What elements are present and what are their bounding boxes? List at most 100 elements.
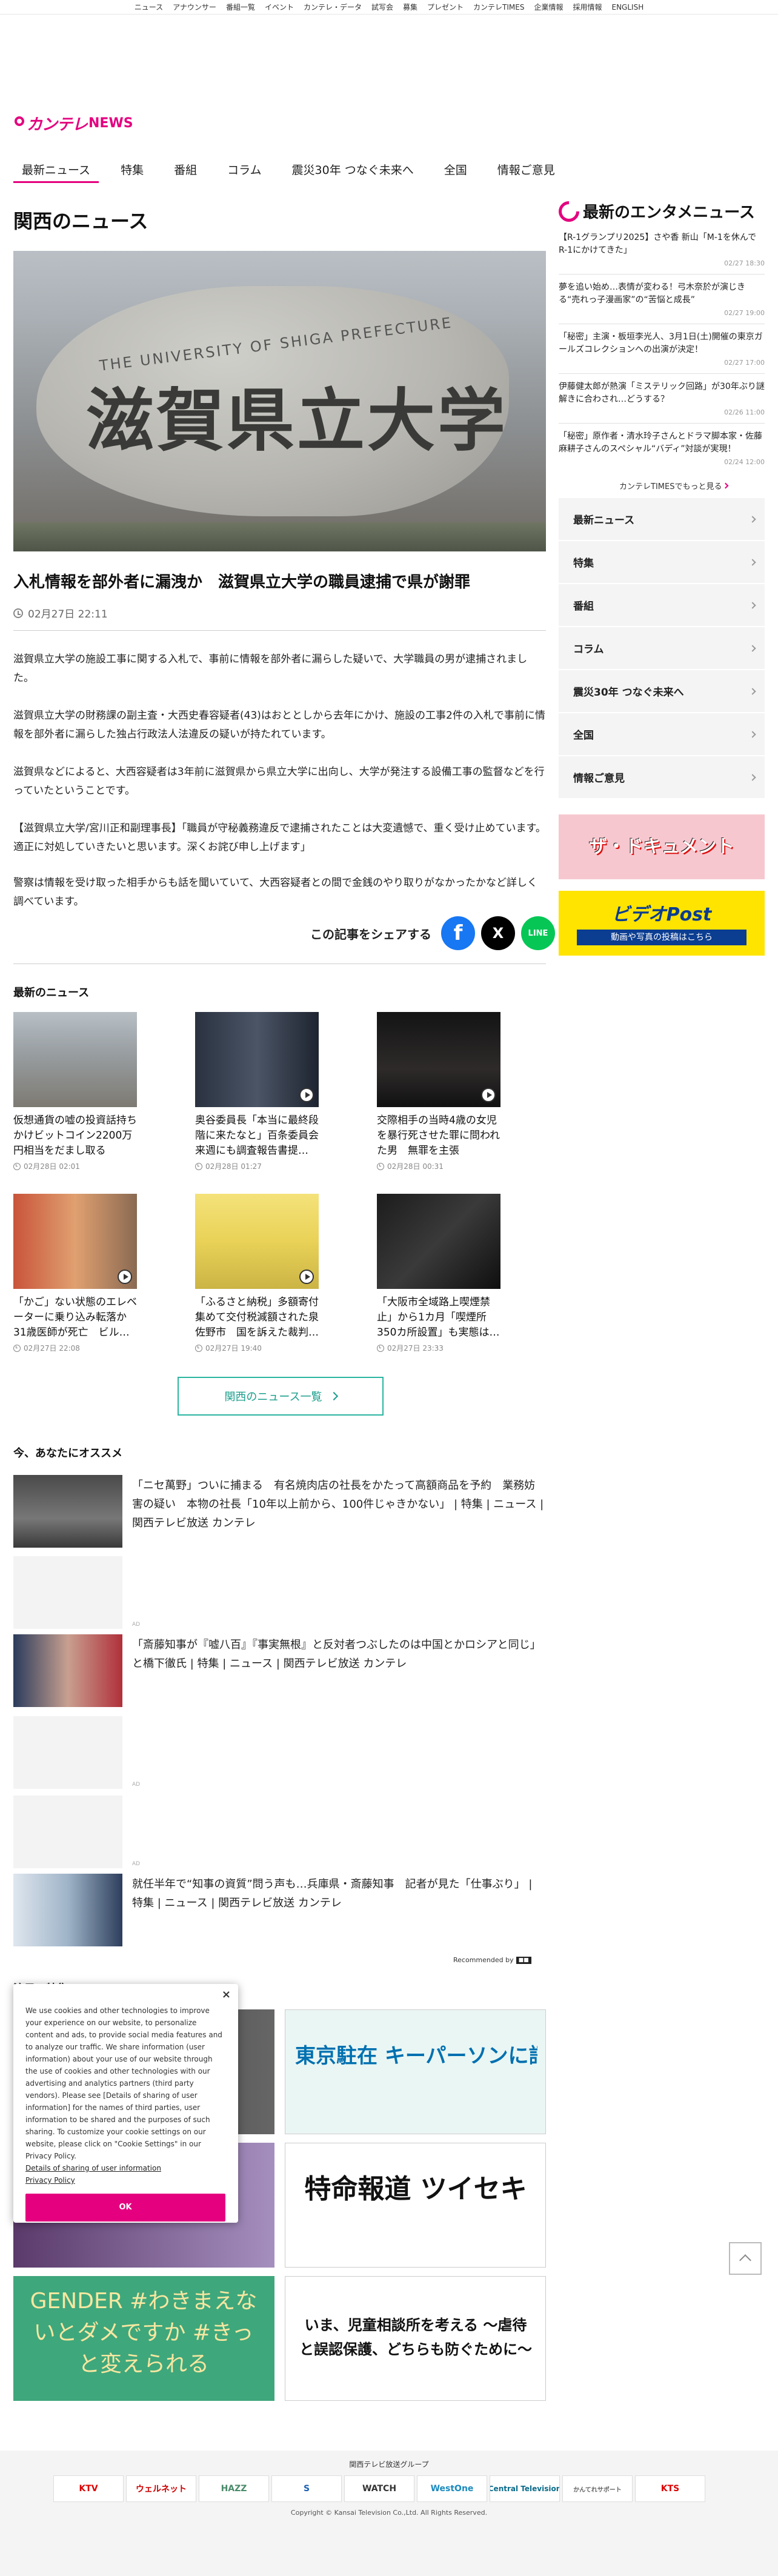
top-nav-item[interactable]: 番組一覧 [226, 2, 255, 12]
clock-icon [13, 1344, 21, 1352]
privacy-policy-link[interactable]: Privacy Policy [25, 2174, 226, 2186]
footer-logo[interactable]: Central Television [490, 2475, 560, 2502]
gnav-item-tips[interactable]: 情報ご意見 [489, 159, 564, 183]
times-more-text: カンテレTIMESでもっと見る [619, 482, 722, 491]
footer-logo[interactable]: ウェルネット [126, 2475, 196, 2502]
news-card-date-text: 02月27日 19:40 [205, 1344, 262, 1353]
divider [13, 630, 546, 631]
footer-logo[interactable]: かんてれサポート [562, 2475, 633, 2502]
footer-group-label: 関西テレビ放送グループ [349, 2460, 429, 2469]
side-menu-item[interactable]: コラム [559, 627, 765, 670]
side-menu-label: 最新ニュース [573, 514, 635, 527]
feature-banner-keyperson[interactable]: 東京駐在 キーパーソンに訊く [285, 2009, 546, 2134]
top-nav-item[interactable]: ニュース [135, 2, 163, 12]
feature-banner-gender[interactable]: GENDER #わきまえないとダメですか #きっと変えられる [13, 2276, 274, 2401]
entame-item[interactable]: 伊藤健太郎が熱演「ミステリック回路」が30年ぶり謎解きに合わされ…どうする？ 0… [559, 381, 765, 416]
video-post-title: ビデオPost [611, 904, 712, 925]
footer-logo[interactable]: S [271, 2475, 342, 2502]
entame-item-date: 02/27 19:00 [724, 309, 765, 317]
top-nav-item[interactable]: カンテレ・データ [304, 2, 362, 12]
chevron-right-icon [749, 687, 756, 695]
side-menu-item[interactable]: 全国 [559, 713, 765, 756]
sharing-details-link[interactable]: Details of sharing of user information [25, 2162, 226, 2174]
news-card[interactable]: 仮想通貨の嘘の投資話持ちかけビットコイン2200万円相当をだまし取る 02月28… [13, 1012, 137, 1171]
entame-item[interactable]: 【R-1グランプリ2025】さや香 新山「M-1を休んでR-1にかけてきた」 0… [559, 231, 765, 267]
gnav-item-national[interactable]: 全国 [436, 159, 476, 183]
footer-logo[interactable]: WATCH [344, 2475, 414, 2502]
top-nav-item[interactable]: ENGLISH [612, 3, 644, 12]
play-icon [299, 1088, 314, 1102]
gnav-item-feature[interactable]: 特集 [112, 159, 152, 183]
news-card[interactable]: 「大阪市全域路上喫煙禁止」から1カ月「喫煙所350カ所設置」も実態は… 02月2… [377, 1194, 500, 1353]
site-logo[interactable]: カンテレ NEWS [13, 112, 133, 135]
play-icon [299, 1270, 314, 1284]
share-label: この記事をシェアする [310, 927, 431, 942]
entame-item[interactable]: 「秘密」原作者・清水玲子さんとドラマ脚本家・佐藤麻耕子さんのスペシャル“バディ”… [559, 430, 765, 466]
document-banner-text: ザ・ドキュメント [589, 836, 734, 857]
news-card[interactable]: 奥谷委員長「本当に最終段階に来たなと」百条委員会 来週にも調査報告書提… 02月… [195, 1012, 319, 1171]
recommend-ad[interactable]: AD [13, 1716, 546, 1789]
close-icon[interactable]: × [222, 1989, 231, 2001]
top-nav-item[interactable]: 募集 [403, 2, 417, 12]
kansai-news-list-button[interactable]: 関西のニュース一覧 [178, 1377, 384, 1416]
side-menu-label: コラム [573, 644, 604, 656]
side-menu-item[interactable]: 番組 [559, 584, 765, 627]
video-post-banner[interactable]: ビデオPost 動画や写真の投稿はこちら [559, 891, 765, 956]
footer-logo[interactable]: WestOne [417, 2475, 487, 2502]
entame-item-text: 「秘密」主演・板垣李光人、3月1日(土)開催の東京ガールズコレクションへの出演が… [559, 332, 763, 354]
side-menu-item[interactable]: 最新ニュース [559, 498, 765, 541]
news-card-image [377, 1012, 500, 1107]
entame-item[interactable]: 夢を追い始め…表情が変わる！弓木奈於が演じきる“売れっ子漫画家”の“苦悩と成長”… [559, 281, 765, 317]
facebook-share-button[interactable]: f [441, 916, 475, 950]
gnav-item-column[interactable]: コラム [219, 159, 270, 183]
top-nav-item[interactable]: 試写会 [371, 2, 393, 12]
entame-title-text: 最新のエンタメニュース [583, 204, 755, 222]
recommend-item[interactable]: 就任半年で“知事の資質”問う声も…兵庫県・斎藤知事 記者が見た「仕事ぶり」 | … [13, 1874, 546, 1946]
news-card[interactable]: 「かご」ない状態のエレベーターに乗り込み転落か 31歳医師が死亡 ビル… 02月… [13, 1194, 137, 1353]
gnav-item-quake[interactable]: 震災30年 つなぐ未来へ [284, 159, 422, 183]
cookie-ok-button[interactable]: OK [25, 2194, 225, 2222]
article-date: 02月27日 22:11 [13, 605, 108, 621]
side-menu: 最新ニュース 特集 番組 コラム 震災30年 つなぐ未来へ 全国 情報ご意見 [559, 498, 765, 799]
recommend-thumb [13, 1874, 122, 1946]
footer-logo[interactable]: HAZZ [199, 2475, 269, 2502]
news-card-date: 02月28日 00:31 [377, 1161, 500, 1171]
news-card[interactable]: 「ふるさと納税」多額寄付集めて交付税減額された泉佐野市 国を訴えた裁判… 02月… [195, 1194, 319, 1353]
back-to-top-button[interactable] [729, 2242, 762, 2275]
recommend-item[interactable]: 「ニセ萬野」ついに捕まる 有名焼肉店の社長をかたって高額商品を予約 業務妨害の疑… [13, 1475, 546, 1548]
news-card-date-text: 02月27日 22:08 [24, 1344, 80, 1353]
top-nav-item[interactable]: イベント [265, 2, 294, 12]
recommend-ad[interactable]: AD [13, 1556, 546, 1629]
recommend-item[interactable]: 「斎藤知事が『嘘八百』『事実無根』と反対者つぶしたのは中国とかロシアと同じ」と橋… [13, 1634, 546, 1707]
entame-item-text: 【R-1グランプリ2025】さや香 新山「M-1を休んでR-1にかけてきた」 [559, 233, 757, 255]
side-menu-item[interactable]: 特集 [559, 541, 765, 584]
footer-logo[interactable]: KTV [53, 2475, 124, 2502]
top-nav-item[interactable]: プレゼント [427, 2, 464, 12]
entame-item[interactable]: 「秘密」主演・板垣李光人、3月1日(土)開催の東京ガールズコレクションへの出演が… [559, 331, 765, 367]
footer-logo[interactable]: KTS [635, 2475, 705, 2502]
news-card-title: 奥谷委員長「本当に最終段階に来たなと」百条委員会 来週にも調査報告書提… [195, 1114, 319, 1157]
page: ニュース アナウンサー 番組一覧 イベント カンテレ・データ 試写会 募集 プレ… [0, 0, 778, 2576]
article-paragraph: 滋賀県などによると、大西容疑者は3年前に滋賀県から県立大学に出向し、大学が発注す… [13, 766, 545, 797]
news-card[interactable]: 交際相手の当時4歳の女児を暴行死させた罪に問われた男 無罪を主張 02月28日 … [377, 1012, 500, 1171]
x-share-button[interactable]: X [481, 916, 515, 950]
top-nav-item[interactable]: 企業情報 [534, 2, 563, 12]
recommend-text: 「ニセ萬野」ついに捕まる 有名焼肉店の社長をかたって高額商品を予約 業務妨害の疑… [132, 1479, 544, 1529]
feature-banner-tsuiseki[interactable]: 特命報道 ツイセキ [285, 2143, 546, 2268]
recommend-ad[interactable]: AD [13, 1796, 546, 1868]
side-menu-label: 特集 [573, 557, 594, 570]
side-menu-item[interactable]: 震災30年 つなぐ未来へ [559, 670, 765, 713]
times-more-link[interactable]: カンテレTIMESでもっと見る [619, 480, 729, 491]
top-nav-item[interactable]: 採用情報 [573, 2, 602, 12]
feature-banner-jidou[interactable]: いま、児童相談所を考える ～虐待と誤認保護、どちらも防ぐために～ [285, 2276, 546, 2401]
gnav-item-program[interactable]: 番組 [165, 159, 205, 183]
line-share-button[interactable]: LINE [521, 916, 555, 950]
news-card-date-text: 02月28日 01:27 [205, 1162, 262, 1171]
chevron-up-icon [739, 2254, 751, 2266]
top-nav-item[interactable]: アナウンサー [173, 2, 216, 12]
top-nav-item[interactable]: カンテレTIMES [473, 2, 524, 12]
side-menu-item[interactable]: 情報ご意見 [559, 756, 765, 799]
gnav-item-latest[interactable]: 最新ニュース [13, 159, 99, 183]
document-banner[interactable]: ザ・ドキュメント [559, 814, 765, 879]
article-headline: 入札情報を部外者に漏洩か 滋賀県立大学の職員逮捕で県が謝罪 [13, 573, 471, 591]
